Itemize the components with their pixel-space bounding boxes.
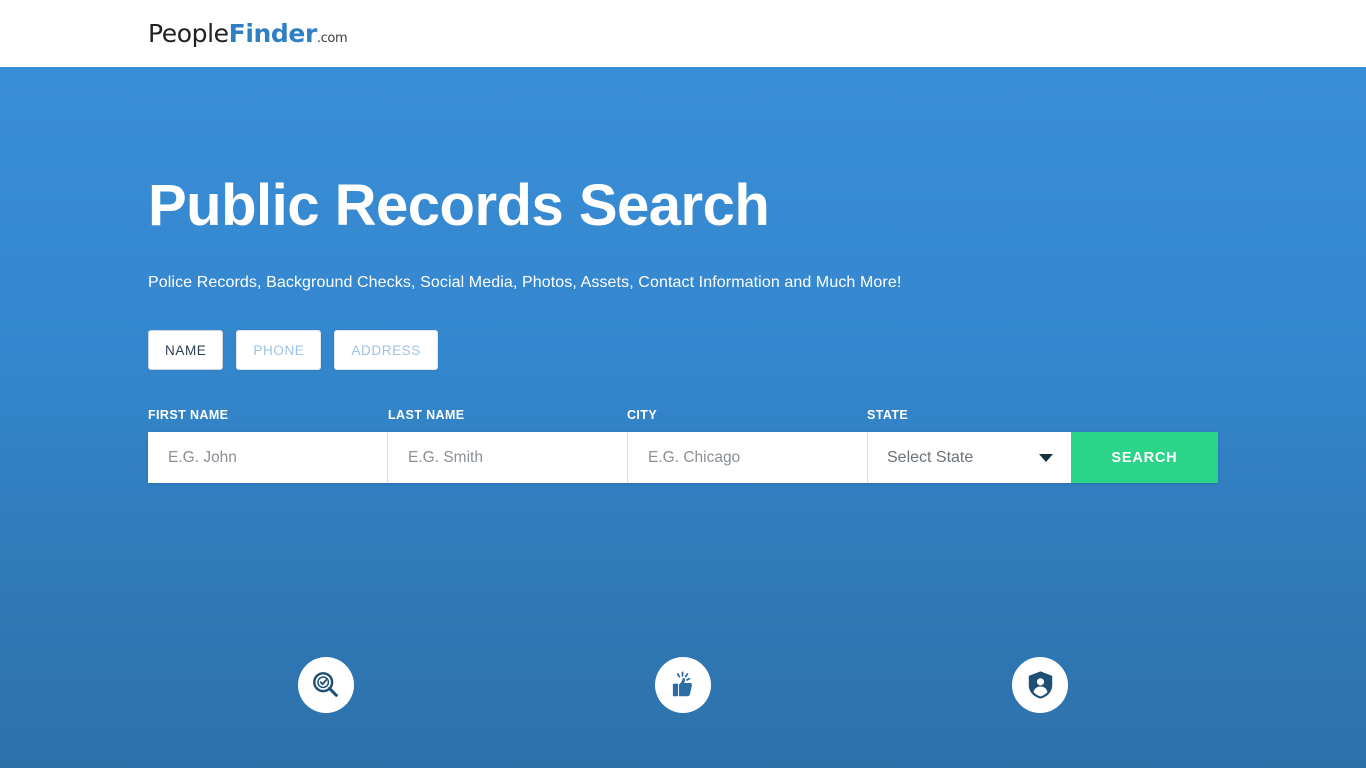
logo-text-com: .com [316,31,348,46]
logo-text-finder: Finder [228,19,318,48]
tab-name[interactable]: NAME [148,330,224,370]
search-check-icon-circle [298,657,354,713]
feature-icon-row [148,655,1218,715]
tab-phone[interactable]: PHONE [236,330,322,370]
search-button[interactable]: SEARCH [1070,432,1218,483]
tab-address[interactable]: ADDRESS [334,330,438,370]
search-field-labels: FIRST NAME LAST NAME CITY STATE [148,408,1218,426]
thumbs-up-icon [672,671,692,697]
city-input[interactable] [628,432,868,483]
site-logo[interactable]: PeopleFinder.com [148,19,348,48]
tab-phone-label: PHONE [253,342,305,358]
chevron-down-icon [1038,453,1053,462]
tab-name-label: NAME [165,342,207,358]
shield-person-icon [1028,671,1052,699]
last-name-input[interactable] [388,432,628,483]
page-title: Public Records Search [148,173,770,238]
label-city: CITY [627,408,658,422]
label-first-name: FIRST NAME [148,408,229,422]
shield-person-icon-circle [1012,657,1068,713]
state-select[interactable]: Select State [868,432,1071,483]
first-name-input[interactable] [148,432,388,483]
page-subtitle: Police Records, Background Checks, Socia… [148,274,902,291]
feature-shield-person [862,657,1218,713]
search-check-icon [313,672,338,697]
feature-thumbs-up [505,657,861,713]
people-search-form: Select State SEARCH [148,432,1218,483]
hero-section: Public Records Search Police Records, Ba… [0,67,1366,768]
tab-address-label: ADDRESS [351,342,421,358]
feature-search-check [148,657,504,713]
search-type-tabs: NAME PHONE ADDRESS [148,330,438,370]
state-select-value: Select State [887,448,974,466]
thumbs-up-icon-circle [655,657,711,713]
label-last-name: LAST NAME [388,408,465,422]
site-header: PeopleFinder.com [0,0,1366,67]
label-state: STATE [867,408,909,422]
logo-text-people: People [148,19,229,48]
